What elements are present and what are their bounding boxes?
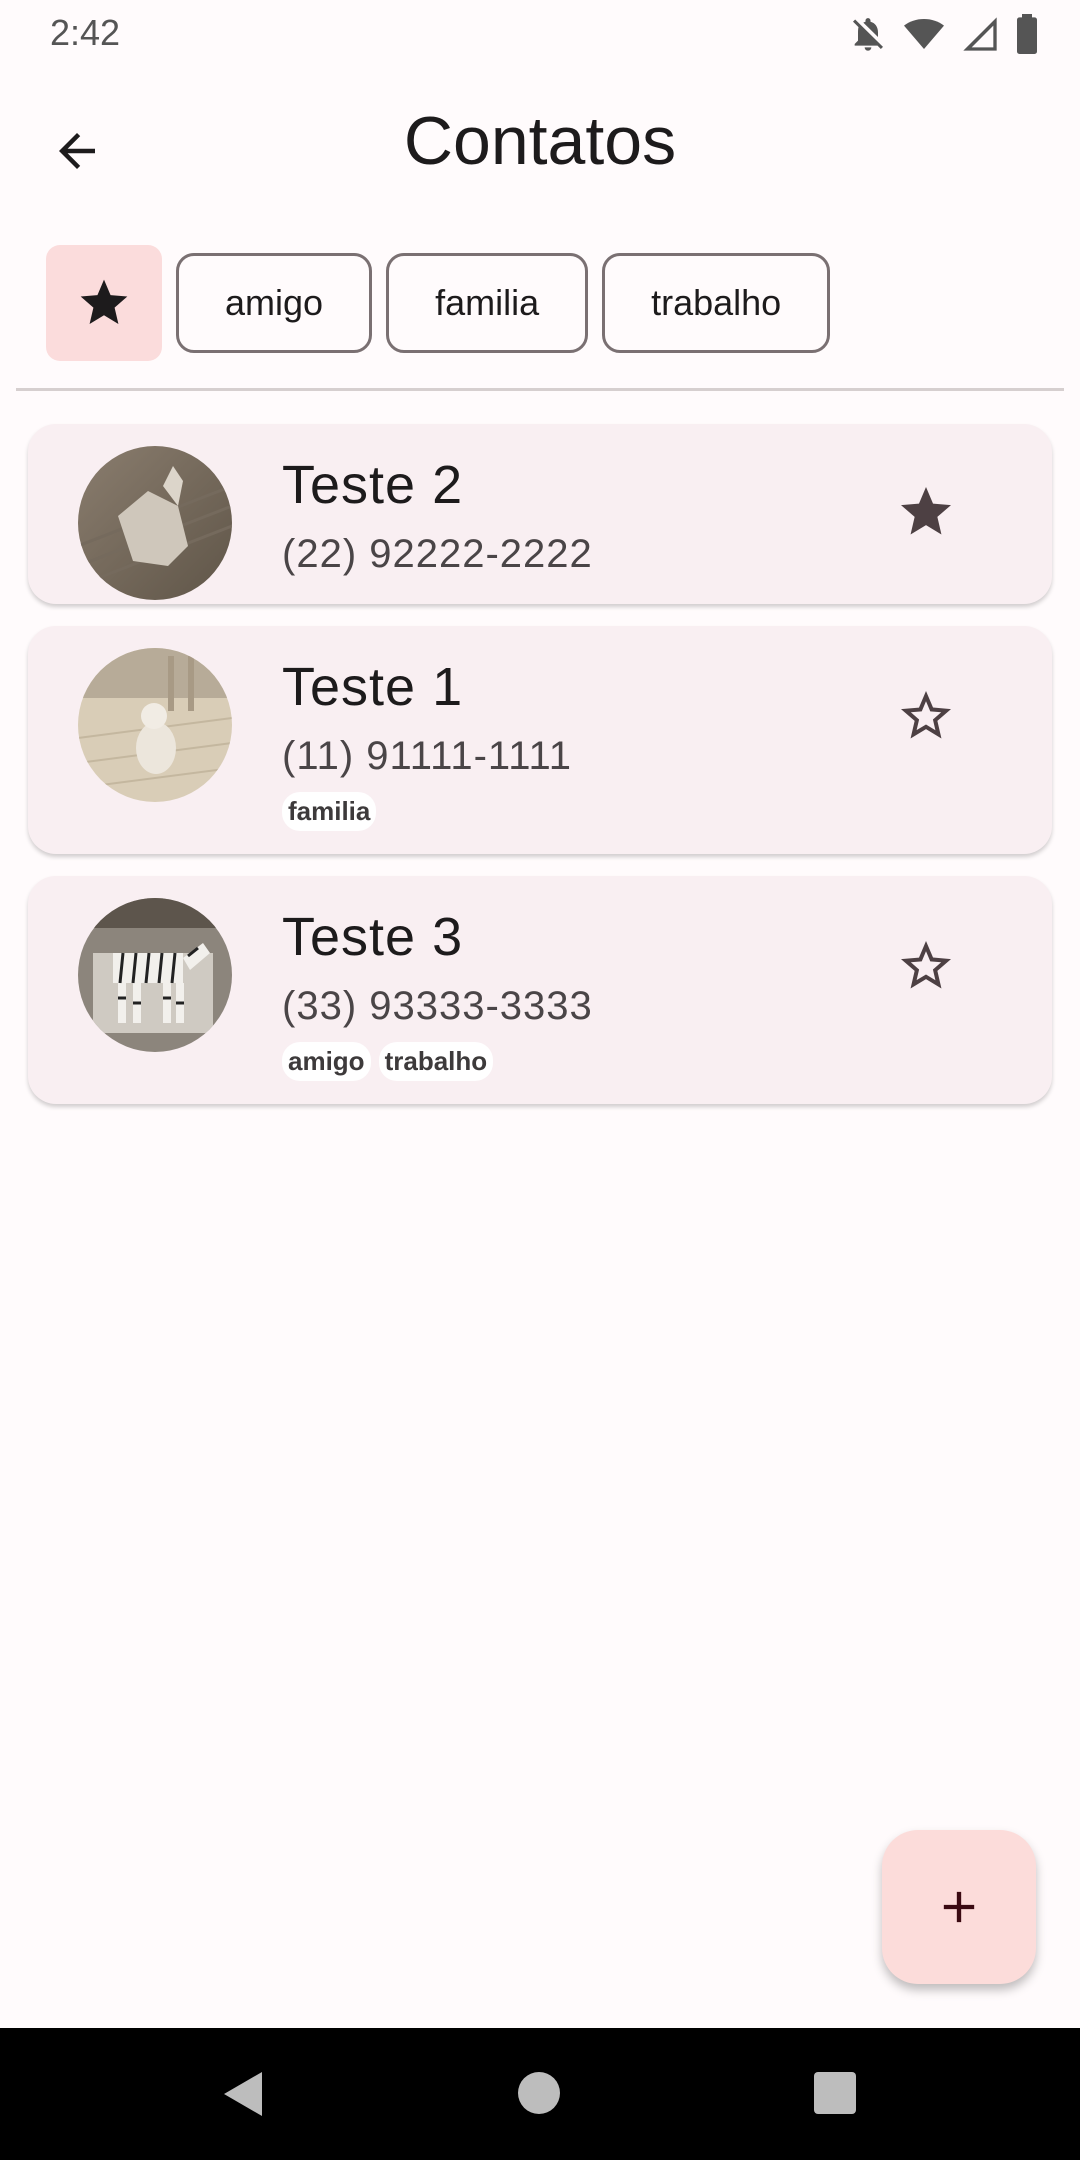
status-time: 2:42 [50, 12, 121, 53]
contact-card[interactable]: Teste 1 (11) 91111-1111 familia [28, 626, 1052, 854]
status-icons [848, 14, 1040, 54]
filter-chip-trabalho[interactable]: trabalho [602, 253, 831, 353]
filter-chips: amigo familia trabalho [46, 245, 831, 361]
nav-home-icon[interactable] [518, 2072, 560, 2114]
contact-tags: amigo trabalho [282, 1042, 494, 1081]
contact-avatar [78, 898, 232, 1052]
contact-avatar [78, 446, 232, 600]
contact-list: Teste 2 (22) 92222-2222 Teste 1 (11) 911… [28, 424, 1052, 1126]
contact-card[interactable]: Teste 2 (22) 92222-2222 [28, 424, 1052, 604]
add-contact-button[interactable] [882, 1830, 1036, 1984]
contact-tag: amigo [282, 1042, 371, 1081]
battery-icon [1017, 14, 1037, 54]
page-title: Contatos [403, 103, 677, 179]
divider [16, 388, 1064, 391]
contact-card[interactable]: Teste 3 (33) 93333-3333 amigo trabalho [28, 876, 1052, 1104]
star-filled-icon[interactable] [896, 482, 956, 542]
filter-chip-amigo[interactable]: amigo [176, 253, 373, 353]
filter-chip-familia[interactable]: familia [386, 253, 589, 353]
contact-name: Teste 2 [282, 455, 464, 515]
star-outline-icon[interactable] [896, 936, 956, 996]
star-filled-icon [80, 279, 128, 324]
contact-name: Teste 1 [282, 657, 464, 717]
add-icon [943, 1891, 975, 1923]
contact-tag: trabalho [378, 1042, 494, 1081]
nav-back-icon[interactable] [222, 2070, 264, 2118]
contact-name: Teste 3 [282, 907, 464, 967]
contact-avatar [78, 648, 232, 802]
signal-icon [963, 17, 997, 51]
app-bar: Contatos [0, 66, 1080, 216]
favorites-filter-chip[interactable] [46, 245, 162, 361]
nav-recents-icon[interactable] [814, 2072, 856, 2114]
contact-tags: familia [282, 792, 377, 831]
status-bar: 2:42 [0, 0, 1080, 66]
contact-tag: familia [282, 792, 377, 831]
notifications-off-icon [853, 18, 883, 51]
system-nav-bar [0, 2028, 1080, 2160]
contact-phone: (33) 93333-3333 [282, 984, 593, 1028]
contact-phone: (22) 92222-2222 [282, 532, 593, 576]
star-outline-icon[interactable] [896, 686, 956, 746]
contact-phone: (11) 91111-1111 [282, 734, 572, 778]
wifi-icon [904, 19, 944, 49]
